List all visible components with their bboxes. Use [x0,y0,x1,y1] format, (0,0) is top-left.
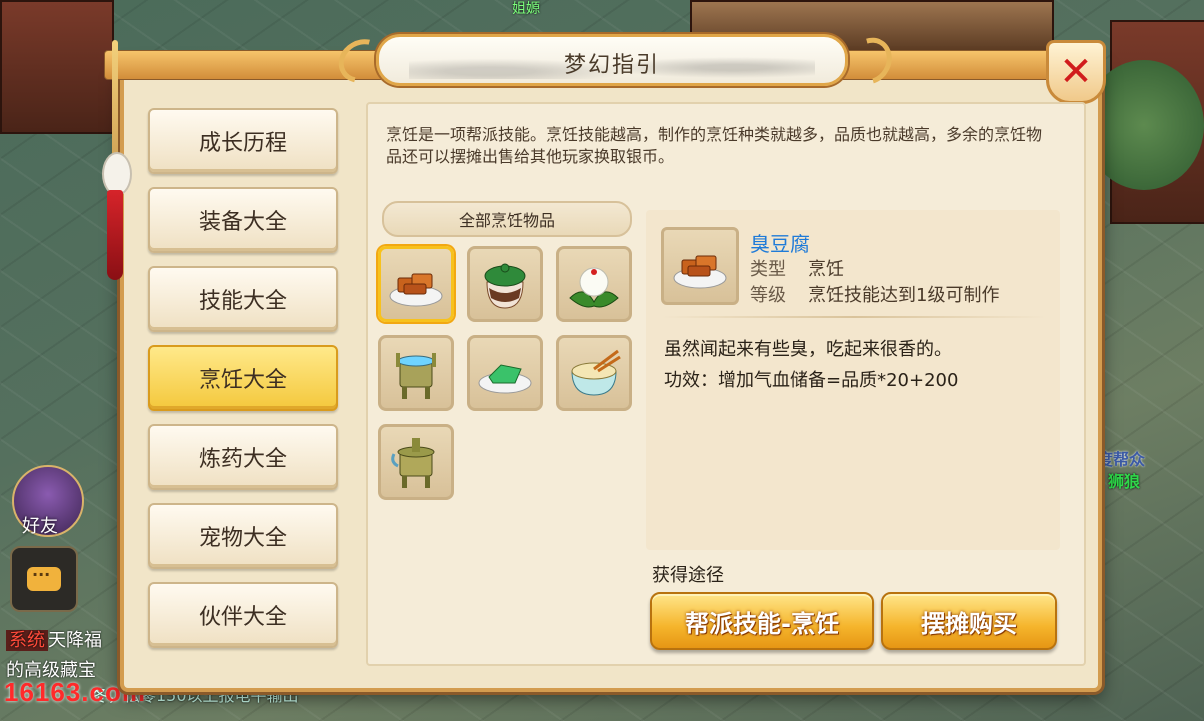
item-type-row: 类型 烹饪 [750,255,844,281]
stall-purchase-button[interactable]: 摆摊购买 [881,592,1057,650]
category-partners[interactable]: 伙伴大全 [148,582,338,648]
item-effect-line: 功效：增加气血储备=品质*20+200 [664,370,959,391]
item-slot-noodle-bowl[interactable] [556,335,632,411]
rice-dumpling-icon [569,267,619,308]
obtain-method-label: 获得途径 [652,565,724,586]
item-slot-sealed-jar[interactable] [467,246,543,322]
npc-name-title: 度帮众 [1097,450,1146,469]
item-description: 虽然闻起来有些臭，吃起来很香的。 功效：增加气血储备=品质*20+200 [664,334,958,396]
detail-item-icon-frame [661,227,739,305]
item-slot-bronze-tripod[interactable] [378,424,454,500]
item-slot-stinky-tofu[interactable] [378,246,454,322]
chat-bubble-icon [27,565,61,591]
building-left [0,0,114,134]
item-level-key: 等级 [750,285,786,306]
chat-system-tag: 系统 [6,630,48,651]
item-level-row: 等级 烹饪技能达到1级可制作 [750,281,999,307]
close-button[interactable]: ✕ [1046,40,1106,104]
category-cooking[interactable]: 烹饪大全 [148,345,338,411]
noodle-bowl-icon [571,349,621,396]
sealed-jar-icon [484,263,526,309]
item-type-value: 烹饪 [808,259,844,280]
stinky-tofu-icon [389,273,443,307]
chat-button[interactable] [10,546,78,612]
category-growth[interactable]: 成长历程 [148,108,338,174]
bronze-vessel-icon [396,353,436,399]
close-icon: ✕ [1059,49,1093,95]
chat-line-1: 系统 天降福 [6,626,102,652]
item-description-line: 虽然闻起来有些臭，吃起来很香的。 [664,339,952,360]
item-level-value: 烹饪技能达到1级可制作 [808,285,1000,306]
category-alchemy[interactable]: 炼药大全 [148,424,338,490]
stinky-tofu-icon [673,255,727,289]
item-name: 臭豆腐 [750,232,810,256]
item-slot-green-jelly[interactable] [467,335,543,411]
cooking-intro-text: 烹饪是一项帮派技能。烹饪技能越高，制作的烹饪种类就越多，品质也就越高，多余的烹饪… [386,125,1043,166]
world-player-name: 姐嫄 [512,1,540,17]
dialog-title: 梦幻指引 [563,53,660,78]
category-pets[interactable]: 宠物大全 [148,503,338,569]
chat-line-1-text: 天降福 [48,630,102,651]
npc-name: 狮狼 [1108,472,1141,491]
title-scroll: 梦幻指引 [376,34,848,86]
item-slot-bronze-vessel[interactable] [378,335,454,411]
category-skills[interactable]: 技能大全 [148,266,338,332]
hanging-ornament [102,40,132,280]
friend-label[interactable]: 好友 [22,512,58,538]
category-equipment[interactable]: 装备大全 [148,187,338,253]
item-slot-rice-dumpling[interactable] [556,246,632,322]
all-items-header: 全部烹饪物品 [382,201,632,237]
bronze-tripod-icon [391,438,435,488]
detail-divider [662,316,1046,318]
guild-skill-cooking-button[interactable]: 帮派技能-烹饪 [650,592,874,650]
green-jelly-icon [478,364,532,394]
item-type-key: 类型 [750,259,786,280]
